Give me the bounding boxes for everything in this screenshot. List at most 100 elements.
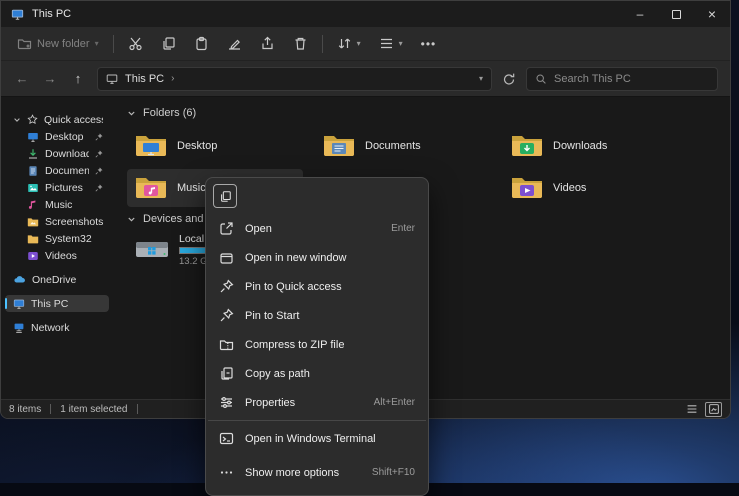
copy-button[interactable] [157, 33, 180, 54]
folder-name: Music [177, 182, 206, 194]
sidebar-item-music[interactable]: Music [5, 196, 109, 213]
command-toolbar: New folder ▾ ▾ [1, 27, 730, 61]
search-icon [535, 73, 547, 85]
share-button[interactable] [256, 33, 279, 54]
menu-item-pin-to-start[interactable]: Pin to Start [206, 301, 428, 330]
chevron-down-icon[interactable]: ▾ [479, 74, 483, 83]
sidebar-item-network[interactable]: Network [5, 319, 109, 336]
copy-path-icon [219, 366, 234, 381]
menu-item-label: Open in new window [245, 252, 347, 264]
sidebar-item-pictures[interactable]: Pictures [5, 179, 109, 196]
pin-icon [95, 150, 103, 158]
properties-icon [219, 395, 234, 410]
sidebar-item-quick-access[interactable]: Quick access [5, 111, 109, 128]
back-button[interactable]: ← [13, 71, 31, 86]
menu-item-compress-to-zip[interactable]: Compress to ZIP file [206, 330, 428, 359]
sidebar-label: Desktop [45, 131, 89, 143]
folder-tile-downloads[interactable]: Downloads [503, 127, 679, 165]
pin-icon [95, 133, 103, 141]
menu-item-open[interactable]: Open Enter [206, 214, 428, 243]
rename-icon [227, 36, 242, 51]
up-button[interactable]: ↑ [69, 71, 87, 86]
sidebar-item-onedrive[interactable]: OneDrive [5, 271, 109, 288]
open-icon [219, 221, 234, 236]
pictures-icon [27, 182, 39, 194]
menu-separator [208, 420, 426, 421]
sidebar-label: System32 [45, 233, 103, 245]
new-folder-button[interactable]: New folder ▾ [13, 33, 103, 54]
sidebar-item-documents[interactable]: Documents [5, 162, 109, 179]
folder-name: Downloads [553, 140, 607, 152]
large-icons-view-button[interactable] [705, 402, 722, 417]
folder-name: Desktop [177, 140, 217, 152]
new-window-icon [219, 250, 234, 265]
videos-folder-icon [511, 175, 543, 201]
menu-item-label: Open [245, 223, 272, 235]
menu-item-pin-to-quick-access[interactable]: Pin to Quick access [206, 272, 428, 301]
minimize-icon: – [637, 7, 644, 21]
pc-icon [106, 73, 118, 85]
pin-icon [219, 308, 234, 323]
sort-icon [337, 36, 352, 51]
status-divider [137, 404, 138, 414]
forward-button[interactable]: → [41, 71, 59, 86]
folder-tile-videos[interactable]: Videos [503, 169, 679, 207]
menu-item-label: Copy as path [245, 368, 310, 380]
toolbar-separator [322, 35, 323, 53]
chevron-right-icon: › [171, 73, 174, 84]
search-placeholder: Search This PC [554, 73, 631, 85]
sidebar-item-videos[interactable]: Videos [5, 247, 109, 264]
sidebar-item-system32[interactable]: System32 [5, 230, 109, 247]
paste-button[interactable] [190, 33, 213, 54]
menu-item-open-in-windows-terminal[interactable]: Open in Windows Terminal [206, 424, 428, 453]
close-button[interactable]: × [694, 1, 730, 27]
cut-button[interactable] [124, 33, 147, 54]
documents-folder-icon [323, 133, 355, 159]
sidebar-label: Screenshots [45, 216, 103, 228]
folders-section-header[interactable]: Folders (6) [127, 107, 730, 119]
sidebar-item-downloads[interactable]: Downloads [5, 145, 109, 162]
music-icon [27, 199, 39, 211]
downloads-icon [27, 148, 39, 160]
screenshots-folder-icon [27, 216, 39, 228]
status-divider [50, 404, 51, 414]
sidebar-item-this-pc[interactable]: This PC [5, 295, 109, 312]
menu-item-label: Properties [245, 397, 295, 409]
rename-button[interactable] [223, 33, 246, 54]
folder-tile-desktop[interactable]: Desktop [127, 127, 303, 165]
titlebar: This PC – × [1, 1, 730, 27]
refresh-button[interactable] [502, 72, 516, 86]
videos-icon [27, 250, 39, 262]
sidebar-label: Pictures [45, 182, 89, 194]
menu-item-label: Pin to Quick access [245, 281, 342, 293]
details-view-button[interactable] [683, 402, 700, 417]
documents-icon [27, 165, 39, 177]
minimize-button[interactable]: – [622, 1, 658, 27]
chevron-down-icon [13, 116, 21, 124]
sidebar-label: OneDrive [32, 274, 103, 286]
new-folder-icon [17, 36, 32, 51]
sidebar-item-desktop[interactable]: Desktop [5, 128, 109, 145]
see-more-button[interactable]: ••• [417, 34, 441, 54]
breadcrumb[interactable]: This PC › ▾ [97, 67, 492, 91]
maximize-icon [672, 10, 681, 19]
delete-button[interactable] [289, 33, 312, 54]
sidebar-label: Videos [45, 250, 103, 262]
sort-button[interactable]: ▾ [333, 33, 365, 54]
menu-item-copy-as-path[interactable]: Copy as path [206, 359, 428, 388]
breadcrumb-root[interactable]: This PC [125, 73, 164, 85]
sidebar-label: Network [31, 322, 103, 334]
menu-item-properties[interactable]: Properties Alt+Enter [206, 388, 428, 417]
menu-item-open-in-new-window[interactable]: Open in new window [206, 243, 428, 272]
menu-item-shortcut: Enter [391, 223, 415, 234]
folder-tile-documents[interactable]: Documents [315, 127, 491, 165]
maximize-button[interactable] [658, 1, 694, 27]
sidebar-label: Quick access [44, 114, 103, 126]
sidebar-label: Documents [45, 165, 89, 177]
share-icon [260, 36, 275, 51]
view-button[interactable]: ▾ [375, 33, 407, 54]
more-options-icon [219, 465, 234, 480]
sidebar-item-screenshots[interactable]: Screenshots [5, 213, 109, 230]
search-input[interactable]: Search This PC [526, 67, 718, 91]
copy-quick-action[interactable] [213, 184, 237, 208]
